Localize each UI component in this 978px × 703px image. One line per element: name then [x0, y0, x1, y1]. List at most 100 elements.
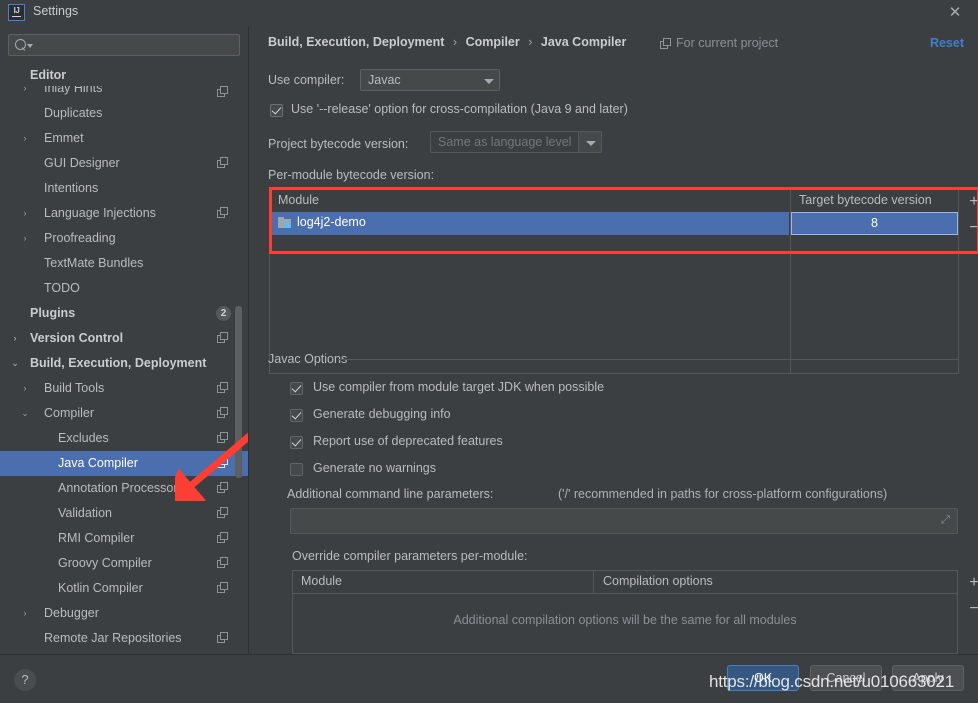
sidebar-item-kotlin-compiler[interactable]: Kotlin Compiler — [0, 576, 248, 601]
copy-icon — [217, 632, 229, 644]
chevron-down-icon[interactable] — [27, 44, 33, 48]
chevron-down-icon[interactable]: ⌄ — [10, 351, 20, 376]
sidebar-scrollbar-track[interactable] — [235, 64, 242, 654]
breadcrumb-item-2[interactable]: Java Compiler — [541, 35, 626, 49]
report-deprecated-checkbox[interactable] — [290, 436, 303, 449]
sidebar-item-gui-designer[interactable]: GUI Designer — [0, 151, 248, 176]
sidebar-item-build-execution-deployment[interactable]: ⌄ Build, Execution, Deployment — [0, 351, 248, 376]
sidebar-item-debugger[interactable]: › Debugger — [0, 601, 248, 626]
breadcrumb-item-0[interactable]: Build, Execution, Deployment — [268, 35, 444, 49]
search-input[interactable] — [8, 34, 240, 56]
add-override-button[interactable]: + — [966, 575, 978, 591]
sidebar-item-label: GUI Designer — [44, 156, 120, 170]
chevron-right-icon[interactable]: › — [20, 86, 30, 100]
additional-params-input[interactable]: ⤢ — [290, 508, 958, 534]
use-compiler-select[interactable]: Javac — [360, 69, 500, 91]
sidebar-item-label: RMI Compiler — [58, 531, 135, 545]
per-module-bytecode-label: Per-module bytecode version: — [268, 168, 435, 182]
sidebar-item-textmate-bundles[interactable]: TextMate Bundles — [0, 251, 248, 276]
sidebar-item-intentions[interactable]: Intentions — [0, 176, 248, 201]
sidebar-item-compiler[interactable]: ⌄ Compiler — [0, 401, 248, 426]
close-icon[interactable]: ✕ — [946, 4, 964, 22]
chevron-down-icon[interactable]: ⌄ — [20, 401, 30, 426]
breadcrumb-separator: › — [452, 35, 458, 49]
use-compiler-label: Use compiler: — [268, 73, 345, 87]
table-row[interactable]: log4j2-demo — [270, 212, 789, 235]
table-header: Module Compilation options — [293, 571, 957, 594]
sidebar-item-todo[interactable]: TODO — [0, 276, 248, 301]
sidebar-item-label: Debugger — [44, 606, 99, 620]
chevron-right-icon[interactable]: › — [20, 201, 30, 226]
chevron-right-icon[interactable]: › — [20, 226, 30, 251]
remove-override-button[interactable]: − — [966, 601, 978, 617]
column-header-module[interactable]: Module — [301, 574, 342, 588]
sidebar-item-excludes[interactable]: Excludes — [0, 426, 248, 451]
column-header-module[interactable]: Module — [278, 193, 319, 207]
use-module-target-jdk-label: Use compiler from module target JDK when… — [313, 380, 605, 394]
window-title: Settings — [33, 4, 79, 18]
table-header: Module Target bytecode version — [270, 190, 958, 213]
sidebar-item-rmi-compiler[interactable]: RMI Compiler — [0, 526, 248, 551]
sidebar-item-label: Groovy Compiler — [58, 556, 152, 570]
sidebar-item-remote-jar-repositories[interactable]: Remote Jar Repositories — [0, 626, 248, 651]
chevron-right-icon[interactable]: › — [20, 126, 30, 151]
remove-module-button[interactable]: − — [966, 220, 978, 236]
chevron-down-icon[interactable] — [578, 132, 601, 152]
column-divider[interactable] — [790, 190, 791, 212]
generate-no-warnings-checkbox[interactable] — [290, 463, 303, 476]
chevron-right-icon[interactable]: › — [10, 326, 20, 351]
reset-link[interactable]: Reset — [930, 36, 964, 50]
project-bytecode-version-label: Project bytecode version: — [268, 137, 409, 151]
sidebar-item-build-tools[interactable]: › Build Tools — [0, 376, 248, 401]
sidebar-item-label: Build Tools — [44, 381, 105, 395]
sidebar-item-groovy-compiler[interactable]: Groovy Compiler — [0, 551, 248, 576]
logo-text: IJ — [13, 6, 20, 15]
per-module-bytecode-table: Module Target bytecode version log4j2-de… — [269, 189, 959, 374]
generate-no-warnings-label: Generate no warnings — [313, 461, 436, 475]
project-bytecode-version-select[interactable]: Same as language level — [430, 131, 602, 153]
override-params-empty-text: Additional compilation options will be t… — [453, 613, 797, 627]
sidebar-item-plugins[interactable]: Plugins 2 — [0, 301, 248, 326]
breadcrumb-item-1[interactable]: Compiler — [466, 35, 520, 49]
column-header-compilation-options[interactable]: Compilation options — [603, 574, 713, 588]
sidebar-item-java-compiler[interactable]: Java Compiler — [0, 451, 248, 476]
chevron-right-icon[interactable]: › — [20, 601, 30, 626]
sidebar-item-duplicates[interactable]: Duplicates — [0, 101, 248, 126]
copy-icon — [217, 432, 229, 444]
scope-label: For current project — [676, 36, 779, 50]
copy-icon — [217, 332, 229, 344]
sidebar-item-annotation-processors[interactable]: Annotation Processors — [0, 476, 248, 501]
breadcrumb-separator: › — [528, 35, 533, 49]
chevron-down-icon[interactable] — [477, 70, 499, 90]
expand-icon[interactable]: ⤢ — [941, 515, 951, 526]
breadcrumb: Build, Execution, Deployment › Compiler … — [268, 35, 626, 49]
additional-params-hint: ('/' recommended in paths for cross-plat… — [558, 487, 888, 501]
sidebar-item-label: Excludes — [58, 431, 109, 445]
sidebar-item-label: Inlay Hints — [44, 86, 103, 95]
sidebar-item-editor[interactable]: Editor — [0, 64, 248, 86]
settings-sidebar: Editor › Inlay Hints Duplicates › Emmet … — [0, 26, 249, 654]
column-header-target-bytecode[interactable]: Target bytecode version — [799, 193, 932, 207]
add-module-button[interactable]: + — [966, 194, 978, 210]
use-module-target-jdk-checkbox[interactable] — [290, 382, 303, 395]
override-params-table: Module Compilation options Additional co… — [292, 570, 958, 654]
use-release-option-checkbox[interactable] — [270, 104, 283, 117]
sidebar-item-validation[interactable]: Validation — [0, 501, 248, 526]
javac-options-group-label: Javac Options — [268, 352, 348, 366]
sidebar-item-label: Duplicates — [44, 106, 103, 120]
sidebar-item-label: Validation — [58, 506, 112, 520]
sidebar-item-inlay-hints[interactable]: › Inlay Hints — [0, 86, 248, 100]
column-divider[interactable] — [593, 571, 594, 593]
sidebar-scrollbar-thumb[interactable] — [235, 306, 242, 478]
scope-indicator: For current project — [660, 36, 779, 50]
target-bytecode-cell-input[interactable]: 8 — [791, 212, 958, 235]
sidebar-item-proofreading[interactable]: › Proofreading — [0, 226, 248, 251]
generate-debugging-info-checkbox[interactable] — [290, 409, 303, 422]
sidebar-item-emmet[interactable]: › Emmet — [0, 126, 248, 151]
sidebar-item-label: Kotlin Compiler — [58, 581, 143, 595]
copy-icon — [217, 382, 229, 394]
sidebar-item-version-control[interactable]: › Version Control — [0, 326, 248, 351]
chevron-right-icon[interactable]: › — [20, 376, 30, 401]
help-button[interactable]: ? — [14, 669, 36, 691]
sidebar-item-language-injections[interactable]: › Language Injections — [0, 201, 248, 226]
